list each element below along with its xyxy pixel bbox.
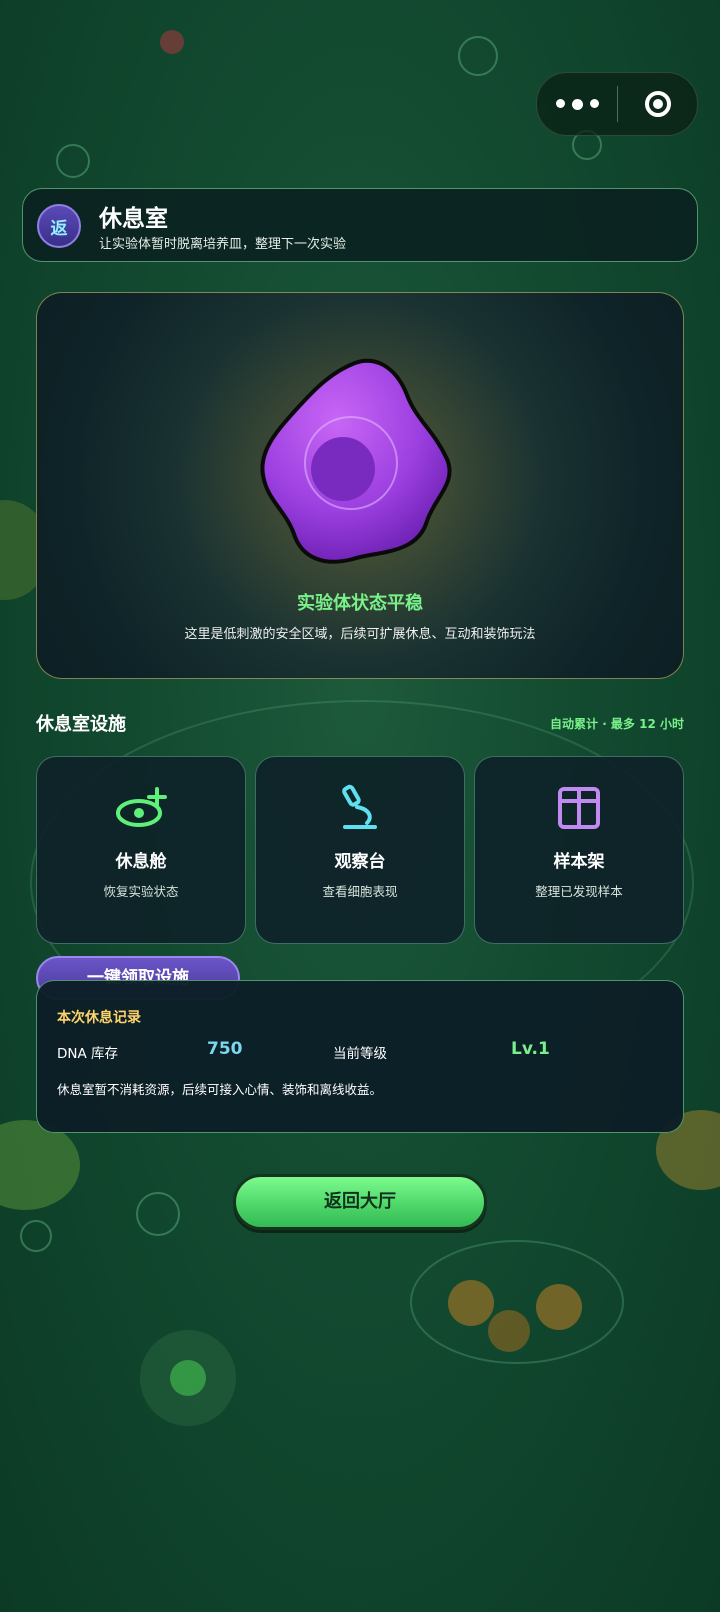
facilities-title: 休息室设施 [36, 714, 126, 735]
level-label: 当前等级 [333, 1046, 387, 1062]
record-title: 本次休息记录 [57, 1010, 141, 1026]
facility-name: 观察台 [334, 852, 386, 872]
microscope-icon [256, 783, 464, 833]
return-lobby-button[interactable]: 返回大厅 [233, 1174, 487, 1230]
creature-status-panel: 实验体状态平稳 这里是低刺激的安全区域，后续可扩展休息、互动和装饰玩法 [36, 292, 684, 679]
dna-value: 750 [207, 1039, 243, 1059]
page-header: 返 休息室 让实验体暂时脱离培养皿，整理下一次实验 [22, 188, 698, 262]
rest-record-panel: 本次休息记录 DNA 库存 750 当前等级 Lv.1 休息室暂不消耗资源，后续… [36, 980, 684, 1133]
status-title: 实验体状态平稳 [297, 593, 423, 614]
target-circle-icon [644, 91, 671, 117]
facility-card-observation[interactable]: 观察台 查看细胞表现 [255, 756, 465, 944]
facility-name: 样本架 [553, 852, 605, 872]
page-title: 休息室 [99, 206, 168, 232]
facility-desc: 整理已发现样本 [535, 884, 623, 899]
box-icon [475, 783, 683, 833]
facility-desc: 恢复实验状态 [103, 884, 179, 899]
mini-program-capsule [536, 72, 698, 136]
facility-card-sample-rack[interactable]: 样本架 整理已发现样本 [474, 756, 684, 944]
facility-desc: 查看细胞表现 [322, 884, 398, 899]
cell-creature-icon[interactable] [257, 351, 465, 571]
dna-label: DNA 库存 [57, 1046, 119, 1062]
page-subtitle: 让实验体暂时脱离培养皿，整理下一次实验 [99, 237, 347, 252]
record-note: 休息室暂不消耗资源，后续可接入心情、装饰和离线收益。 [57, 1082, 383, 1097]
back-button[interactable]: 返 [37, 204, 81, 248]
close-button[interactable] [618, 91, 697, 117]
facility-card-rest-pod[interactable]: 休息舱 恢复实验状态 [36, 756, 246, 944]
level-value: Lv.1 [511, 1039, 550, 1059]
rest-pod-icon [37, 783, 245, 833]
more-dots-icon[interactable] [537, 98, 617, 110]
facility-name: 休息舱 [115, 852, 167, 872]
facilities-note: 自动累计 · 最多 12 小时 [550, 717, 684, 731]
status-description: 这里是低刺激的安全区域，后续可扩展休息、互动和装饰玩法 [184, 627, 536, 642]
